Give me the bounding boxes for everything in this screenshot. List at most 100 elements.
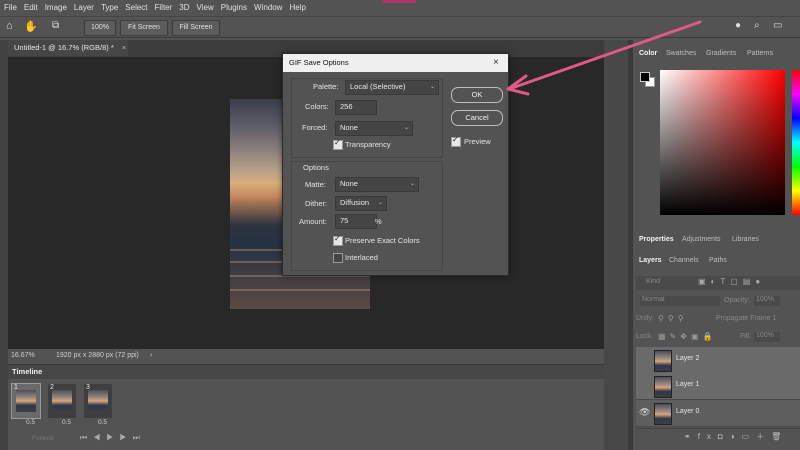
annotation-arrow [506,20,702,96]
menu-help[interactable]: Help [285,0,308,16]
document-tab[interactable]: Untitled-1 @ 16.7% (RGB/8) * × [8,40,128,56]
frame-thumbnail [52,390,72,412]
search-icon[interactable]: ⌕ [754,20,760,31]
preview-label: Preview [464,137,491,146]
tab-paths[interactable]: Paths [709,257,727,264]
status-bar: 16.67% 1920 px x 2880 px (72 ppi) › [8,349,604,362]
tab-channels[interactable]: Channels [669,257,699,264]
options-label: Options [303,163,329,172]
tab-patterns[interactable]: Patterns [747,50,773,57]
menu-select[interactable]: Select [121,0,150,16]
loop-select[interactable]: Forever [32,435,54,442]
tab-layers[interactable]: Layers [639,257,662,264]
transparency-label: Transparency [345,140,391,149]
account-icon[interactable]: ● [735,20,741,31]
tools-panel [0,40,8,450]
menu-edit[interactable]: Edit [20,0,41,16]
palette-select[interactable]: Local (Selective) ⌄ [345,80,439,95]
layer-row[interactable]: 👁 Layer 0 [636,400,800,427]
fill-screen-button[interactable]: Fill Screen [172,20,220,36]
preserve-exact-colors-label: Preserve Exact Colors [345,236,420,245]
forced-label: Forced: [302,123,328,132]
timeline-panel: Timeline 1 0.5 2 0.5 3 0.5 Forever ⏮◀▶▶⏭ [8,364,604,450]
chevron-down-icon: ⌄ [377,200,383,206]
menu-file[interactable]: File [0,0,20,16]
colors-label: Colors: [305,102,329,111]
fit-screen-button[interactable]: Fit Screen [120,20,168,36]
frame-delay[interactable]: 0.5 [26,419,35,426]
frame-number: 1 [14,384,18,391]
layer-row[interactable]: Layer 1 [636,373,800,400]
layer-name: Layer 1 [676,381,700,388]
menu-view[interactable]: View [193,0,217,16]
playback-controls[interactable]: ⏮◀▶▶⏭ [80,433,146,443]
interlaced-label: Interlaced [345,253,378,262]
matte-select[interactable]: None ⌄ [335,177,419,192]
preserve-exact-colors-checkbox[interactable] [333,234,343,246]
unify-icons[interactable]: ⚲⚲⚲ [658,314,688,323]
document-tab-label: Untitled-1 @ 16.7% (RGB/8) * [14,43,114,52]
timeline-frame[interactable]: 1 [11,383,41,419]
document-size: 1920 px x 2880 px (72 ppi) [56,352,139,359]
menu-plugins[interactable]: Plugins [217,0,250,16]
menu-layer[interactable]: Layer [70,0,97,16]
menu-image[interactable]: Image [41,0,70,16]
menu-filter[interactable]: Filter [151,0,176,16]
cancel-button[interactable]: Cancel [451,110,503,126]
layer-thumbnail [654,350,672,372]
lock-icons[interactable]: ▦✎✥▣🔒 [658,332,716,341]
panel-dock-strip [604,40,628,450]
menu-3d[interactable]: 3D [175,0,192,16]
foreground-color-swatch[interactable] [640,72,650,82]
amount-input[interactable]: 75 [335,214,377,229]
transparency-checkbox[interactable] [333,138,343,150]
eye-icon[interactable]: 👁 [639,407,650,418]
forced-value: None [340,123,358,132]
preview-checkbox[interactable] [451,135,461,147]
menu-type[interactable]: Type [97,0,121,16]
timeline-frame[interactable]: 3 [84,384,112,418]
gif-save-options-dialog: GIF Save Options × Palette: Local (Selec… [282,53,509,276]
fill-input[interactable]: 100% [754,332,780,342]
filter-icons[interactable]: ▣◐T▢▤● [698,277,765,286]
close-tab-icon[interactable]: × [122,43,126,52]
layer-row[interactable]: Layer 2 [636,347,800,374]
colors-input[interactable]: 256 [335,100,377,115]
frame-number: 2 [50,384,54,391]
opacity-input[interactable]: 100% [754,296,780,306]
interlaced-checkbox[interactable] [333,253,343,263]
workspace-icon[interactable]: ▭ [773,20,782,31]
matte-value: None [340,179,358,188]
frame-delay[interactable]: 0.5 [62,419,71,426]
hand-tool-icon[interactable]: ✋ [24,20,38,33]
kind-filter[interactable]: Kind [646,278,660,285]
layer-actions-icons[interactable]: ⚭fx◘◑▭＋🗑 [684,431,788,442]
scroll-all-icon[interactable]: ⧉ [52,20,59,31]
tab-gradients[interactable]: Gradients [706,50,736,57]
tab-libraries[interactable]: Libraries [732,236,759,243]
dither-select[interactable]: Diffusion ⌄ [335,196,387,211]
layer-name: Layer 0 [676,408,700,415]
title-accent [383,0,416,3]
layers-footer: ⚭fx◘◑▭＋🗑 [636,428,800,444]
home-icon[interactable]: ⌂ [6,20,13,32]
chevron-down-icon: ⌄ [429,84,435,90]
tab-adjustments[interactable]: Adjustments [682,236,721,243]
layer-filter-bar: Kind ▣◐T▢▤● [636,276,800,290]
blend-mode-select[interactable]: Normal [640,296,720,306]
menu-window[interactable]: Window [250,0,285,16]
lock-label: Lock: [636,333,653,340]
frame-delay[interactable]: 0.5 [98,419,107,426]
fill-label: Fill: [740,333,751,340]
timeline-title: Timeline [12,367,43,376]
hue-slider[interactable] [792,70,800,215]
amount-unit: % [375,217,382,226]
timeline-frame[interactable]: 2 [48,384,76,418]
status-chevron-icon[interactable]: › [150,349,152,362]
propagate-frame[interactable]: Propagate Frame 1 [716,315,776,322]
forced-select[interactable]: None ⌄ [335,121,413,136]
lock-row: Lock: ▦✎✥▣🔒 Fill: 100% [636,331,800,345]
tab-properties[interactable]: Properties [639,236,674,243]
dither-label: Dither: [305,199,328,208]
zoom-100-button[interactable]: 100% [84,20,116,36]
